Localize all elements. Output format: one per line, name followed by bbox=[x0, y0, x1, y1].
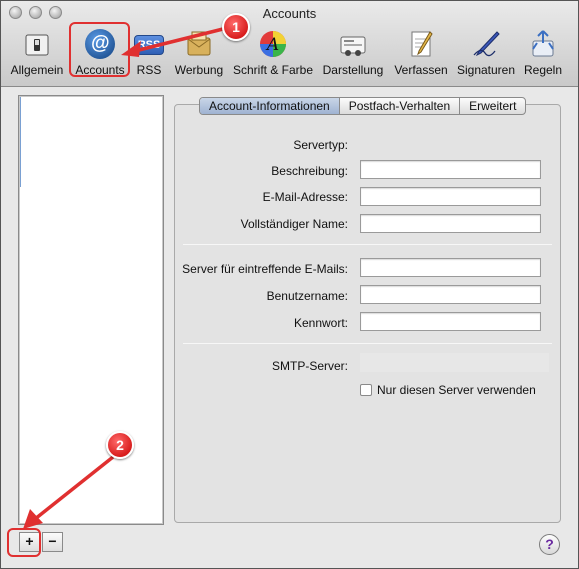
smtp-server-popup[interactable] bbox=[360, 353, 549, 372]
tab-account-informationen[interactable]: Account-Informationen bbox=[200, 98, 340, 114]
toolbar-item-regeln[interactable]: Regeln bbox=[519, 29, 567, 79]
toolbar-label: Schrift & Farbe bbox=[232, 63, 314, 77]
font-color-icon: A bbox=[258, 29, 288, 59]
section-divider bbox=[183, 343, 552, 344]
full-name-field[interactable] bbox=[360, 214, 541, 233]
toolbar-label: Signaturen bbox=[456, 63, 516, 77]
remove-account-button[interactable]: − bbox=[42, 532, 63, 552]
toolbar-item-darstellung[interactable]: Darstellung bbox=[319, 29, 387, 79]
switch-icon bbox=[22, 29, 52, 59]
annotation-arrow-2 bbox=[23, 455, 115, 529]
signature-icon bbox=[471, 29, 501, 59]
servertyp-label: Servertyp: bbox=[293, 138, 348, 152]
toolbar-label: RSS bbox=[136, 63, 162, 77]
svg-text:A: A bbox=[265, 35, 279, 55]
tab-bar: Account-Informationen Postfach-Verhalten… bbox=[199, 97, 527, 115]
toolbar-label: Werbung bbox=[174, 63, 224, 77]
username-field[interactable] bbox=[360, 285, 541, 304]
password-label: Kennwort: bbox=[293, 316, 348, 330]
smtp-server-label: SMTP-Server: bbox=[271, 359, 348, 373]
section-divider bbox=[183, 244, 552, 245]
only-this-server-checkbox[interactable] bbox=[360, 384, 372, 396]
beschreibung-field[interactable] bbox=[360, 160, 541, 179]
toolbar-item-allgemein[interactable]: Allgemein bbox=[7, 29, 67, 79]
rules-icon bbox=[528, 29, 558, 59]
username-label: Benutzername: bbox=[266, 289, 348, 303]
tab-erweitert[interactable]: Erweitert bbox=[460, 98, 525, 114]
preferences-window: Accounts Allgemein @ Accounts RSS RSS We… bbox=[0, 0, 579, 569]
email-field[interactable] bbox=[360, 187, 541, 206]
incoming-server-label: Server für eintreffende E-Mails: bbox=[182, 262, 348, 276]
annotation-badge-2: 2 bbox=[106, 431, 134, 459]
email-label: E-Mail-Adresse: bbox=[262, 190, 348, 204]
list-selection-marker bbox=[20, 97, 21, 187]
toolbar-item-verfassen[interactable]: Verfassen bbox=[391, 29, 451, 79]
toolbar-label: Allgemein bbox=[10, 63, 64, 77]
help-button[interactable]: ? bbox=[539, 534, 560, 555]
compose-icon bbox=[406, 29, 436, 59]
annotation-arrow-1 bbox=[121, 27, 224, 57]
incoming-server-field[interactable] bbox=[360, 258, 541, 277]
toolbar-label: Verfassen bbox=[394, 63, 448, 77]
full-name-label: Vollständiger Name: bbox=[240, 217, 348, 231]
beschreibung-label: Beschreibung: bbox=[271, 164, 348, 178]
password-field[interactable] bbox=[360, 312, 541, 331]
toolbar-label: Regeln bbox=[523, 63, 563, 77]
only-this-server-label[interactable]: Nur diesen Server verwenden bbox=[377, 383, 536, 397]
toolbar-label: Darstellung bbox=[322, 63, 384, 77]
tab-postfach-verhalten[interactable]: Postfach-Verhalten bbox=[340, 98, 461, 114]
window-title: Accounts bbox=[262, 6, 317, 21]
display-icon bbox=[338, 29, 368, 59]
toolbar-item-signaturen[interactable]: Signaturen bbox=[455, 29, 517, 79]
annotation-badge-1: 1 bbox=[222, 13, 250, 41]
